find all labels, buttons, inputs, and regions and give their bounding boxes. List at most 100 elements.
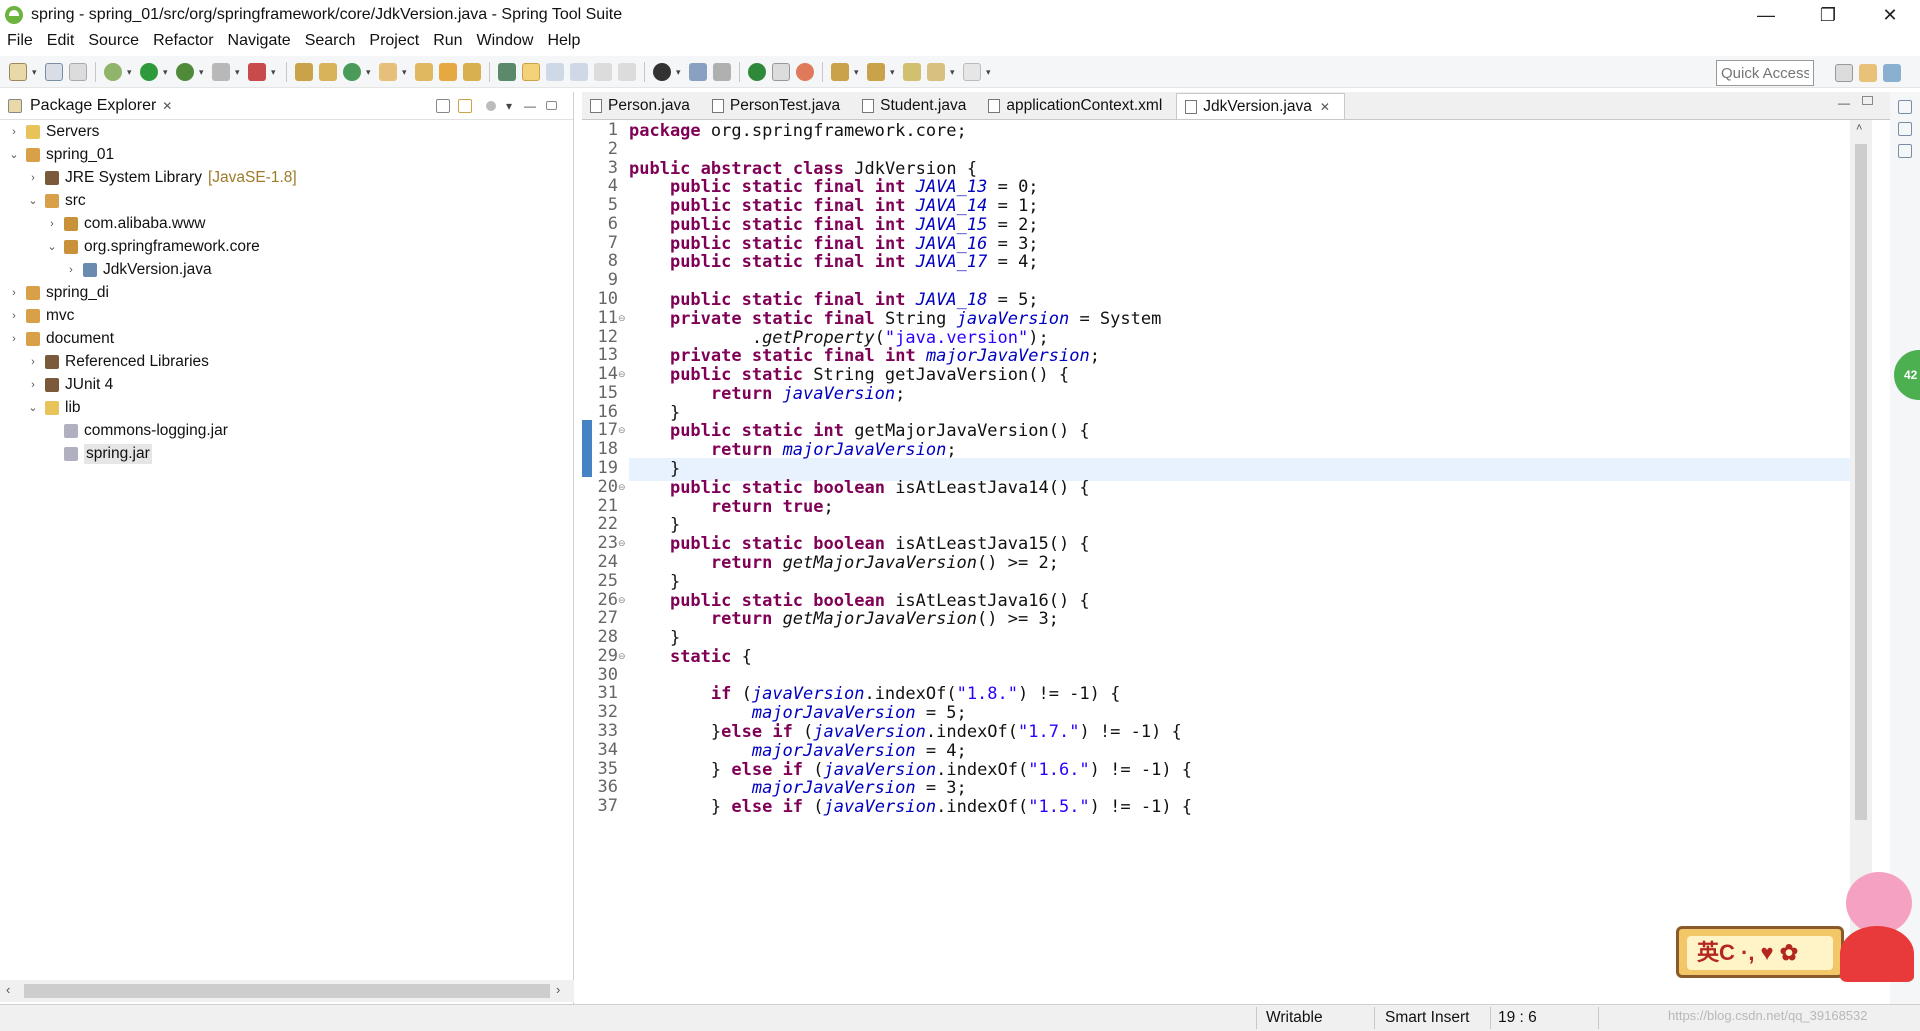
- fold-toggle-icon[interactable]: ⊖: [618, 313, 626, 324]
- next-annotation-icon[interactable]: [831, 62, 849, 81]
- tree-item[interactable]: › JdkVersion.java: [0, 258, 574, 281]
- code-line[interactable]: public static final int JAVA_17 = 4;: [629, 251, 1039, 274]
- editor-tab[interactable]: PersonTest.java: [704, 93, 854, 119]
- menu-edit[interactable]: Edit: [40, 32, 82, 50]
- tree-item[interactable]: › mvc: [0, 304, 574, 327]
- tree-item[interactable]: ⌄ lib: [0, 396, 574, 419]
- run-external-tool-icon[interactable]: [176, 62, 194, 81]
- dropdown-arrow-icon[interactable]: ▾: [890, 67, 898, 76]
- run-icon[interactable]: [140, 62, 158, 81]
- debug-icon[interactable]: [104, 62, 122, 81]
- tree-item[interactable]: › document: [0, 327, 574, 350]
- code-line[interactable]: static {: [629, 646, 752, 669]
- menu-refactor[interactable]: Refactor: [146, 32, 220, 50]
- fold-toggle-icon[interactable]: ⊖: [618, 538, 626, 549]
- fold-toggle-icon[interactable]: ⊖: [618, 425, 626, 436]
- tree-item[interactable]: › com.alibaba.www: [0, 212, 574, 235]
- word-wrap-icon[interactable]: [570, 62, 588, 81]
- toggle-annotation-icon[interactable]: [498, 62, 516, 81]
- menu-help[interactable]: Help: [540, 32, 587, 50]
- dropdown-arrow-icon[interactable]: ▾: [402, 67, 410, 76]
- collapsed-chevron-icon[interactable]: ›: [27, 172, 39, 184]
- editor-tab[interactable]: JdkVersion.java ✕: [1176, 93, 1345, 119]
- java-perspective-icon[interactable]: [1859, 64, 1877, 82]
- code-line[interactable]: package org.springframework.core;: [629, 120, 967, 143]
- new-java-project-icon[interactable]: [295, 62, 313, 81]
- tree-item[interactable]: › Servers: [0, 120, 574, 143]
- tree-item[interactable]: › JRE System Library [JavaSE-1.8]: [0, 166, 574, 189]
- expanded-chevron-icon[interactable]: ⌄: [46, 240, 58, 253]
- save-all-icon[interactable]: [69, 62, 87, 81]
- maximize-editor-icon[interactable]: [1862, 96, 1873, 105]
- fold-toggle-icon[interactable]: ⊖: [618, 482, 626, 493]
- dropdown-arrow-icon[interactable]: ▾: [950, 67, 958, 76]
- restore-icon[interactable]: [1898, 100, 1912, 114]
- expanded-chevron-icon[interactable]: ⌄: [27, 194, 39, 207]
- fold-toggle-icon[interactable]: ⊖: [618, 595, 626, 606]
- block-selection-icon[interactable]: [546, 62, 564, 81]
- tree-item[interactable]: › Referenced Libraries: [0, 350, 574, 373]
- scroll-left-icon[interactable]: ‹: [6, 982, 10, 997]
- back-icon[interactable]: [927, 62, 945, 81]
- tree-item[interactable]: › spring_di: [0, 281, 574, 304]
- menu-file[interactable]: File: [0, 32, 40, 50]
- dropdown-arrow-icon[interactable]: ▾: [127, 67, 135, 76]
- paragraph-icon[interactable]: [618, 62, 636, 81]
- menu-source[interactable]: Source: [81, 32, 146, 50]
- search-icon[interactable]: [463, 62, 481, 81]
- editor-vertical-scrollbar[interactable]: ˄: [1850, 120, 1872, 978]
- open-perspective-icon[interactable]: [1835, 64, 1853, 82]
- last-edit-icon[interactable]: [903, 62, 921, 81]
- dropdown-arrow-icon[interactable]: ▾: [854, 67, 862, 76]
- collapsed-chevron-icon[interactable]: ›: [27, 379, 39, 391]
- link-with-editor-icon[interactable]: [457, 98, 472, 113]
- previous-annotation-icon[interactable]: [867, 62, 885, 81]
- mark-occurrences-icon[interactable]: [522, 62, 540, 81]
- package-explorer-scrollbar[interactable]: ‹ ›: [0, 980, 574, 1002]
- code-line[interactable]: return getMajorJavaVersion() >= 3;: [629, 608, 1059, 631]
- tree-item[interactable]: commons-logging.jar: [0, 419, 574, 442]
- console-icon[interactable]: [689, 62, 707, 81]
- close-view-icon[interactable]: ✕: [162, 99, 172, 113]
- dropdown-arrow-icon[interactable]: ▾: [235, 67, 243, 76]
- forward-icon[interactable]: [963, 62, 981, 81]
- tree-item[interactable]: spring.jar: [0, 442, 574, 465]
- debug-perspective-icon[interactable]: [1883, 64, 1901, 82]
- tree-item[interactable]: › JUnit 4: [0, 373, 574, 396]
- minimize-view-icon[interactable]: —: [524, 99, 536, 113]
- tree-item[interactable]: ⌄ org.springframework.core: [0, 235, 574, 258]
- code-line[interactable]: } else if (javaVersion.indexOf("1.5.") !…: [629, 796, 1192, 819]
- dropdown-arrow-icon[interactable]: ▾: [986, 67, 994, 76]
- scm-icon[interactable]: [653, 62, 671, 81]
- task-list-icon[interactable]: [1898, 144, 1912, 158]
- code-editor[interactable]: 1 2 3 4 5 6 7 8 9 10 11 ⊖ 12 13 14 ⊖ 15 16 17 ⊖ 18 19 20 ⊖ 21 22 2…: [582, 120, 1890, 978]
- pin-icon[interactable]: [713, 62, 731, 81]
- fold-toggle-icon[interactable]: ⊖: [618, 651, 626, 662]
- package-explorer-title[interactable]: Package Explorer: [30, 97, 156, 115]
- tree-item[interactable]: ⌄ spring_01: [0, 143, 574, 166]
- dropdown-arrow-icon[interactable]: ▾: [199, 67, 207, 76]
- menu-navigate[interactable]: Navigate: [221, 32, 298, 50]
- fold-toggle-icon[interactable]: ⊖: [618, 369, 626, 380]
- close-tab-icon[interactable]: ✕: [1320, 100, 1330, 114]
- save-icon[interactable]: [45, 62, 63, 81]
- collapsed-chevron-icon[interactable]: ›: [8, 287, 20, 299]
- spring-icon[interactable]: [379, 62, 397, 81]
- open-task-icon[interactable]: [439, 62, 457, 81]
- tree-item[interactable]: ⌄ src: [0, 189, 574, 212]
- expanded-chevron-icon[interactable]: ⌄: [27, 401, 39, 414]
- menu-window[interactable]: Window: [470, 32, 541, 50]
- collapsed-chevron-icon[interactable]: ›: [65, 264, 77, 276]
- outline-icon[interactable]: [1898, 122, 1912, 136]
- perspective-icon[interactable]: [772, 62, 790, 81]
- expanded-chevron-icon[interactable]: ⌄: [8, 148, 20, 161]
- editor-tab[interactable]: Person.java: [582, 93, 704, 119]
- dropdown-arrow-icon[interactable]: ▾: [163, 67, 171, 76]
- new-icon[interactable]: [9, 62, 27, 81]
- menu-search[interactable]: Search: [298, 32, 363, 50]
- server-icon[interactable]: [248, 62, 266, 81]
- dropdown-arrow-icon[interactable]: ▾: [271, 67, 279, 76]
- stop-icon[interactable]: [212, 62, 230, 81]
- menu-run[interactable]: Run: [426, 32, 469, 50]
- code-line[interactable]: return getMajorJavaVersion() >= 2;: [629, 552, 1059, 575]
